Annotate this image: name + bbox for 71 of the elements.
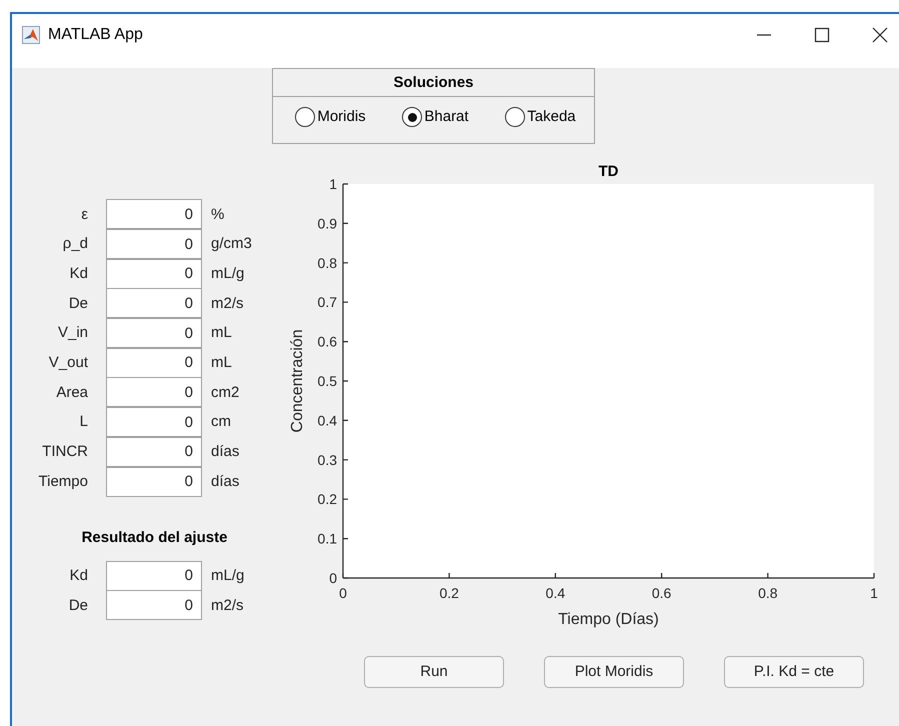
radio-button[interactable]	[402, 107, 422, 128]
field-label: Area	[55, 382, 88, 403]
action-button[interactable]: Run	[364, 656, 504, 688]
field-label: Kd	[68, 566, 88, 586]
unit-label: %	[211, 204, 224, 225]
panel-title: Soluciones	[273, 69, 594, 97]
unit-label: cm	[211, 412, 231, 432]
tick-label: 0.4	[318, 412, 337, 428]
unit-label: cm2	[211, 382, 240, 403]
tick-label: 0	[329, 570, 337, 586]
tick-label: 0	[339, 585, 347, 601]
field-label: Kd	[68, 264, 88, 284]
input-field[interactable]: 0	[106, 466, 202, 497]
input-field[interactable]: 0	[106, 199, 202, 230]
unit-label: días	[211, 442, 240, 462]
window-title: MATLAB App	[48, 25, 143, 45]
unit-label: mL	[211, 353, 232, 374]
tick-label: 0.8	[758, 585, 778, 601]
field-label: De	[68, 596, 88, 616]
field-label: L	[78, 412, 88, 432]
tick-label: 0.6	[318, 334, 337, 350]
tick-label: 0.8	[318, 254, 337, 271]
tick-label: 0.3	[318, 452, 337, 468]
axis-title: Concentración	[289, 329, 306, 433]
input-field[interactable]: 0	[106, 229, 202, 260]
radio-label[interactable]: Takeda	[527, 106, 576, 128]
input-field[interactable]: 0	[106, 288, 202, 318]
input-field[interactable]: 0	[106, 377, 202, 408]
input-field[interactable]: 0	[106, 436, 202, 467]
section-heading: Resultado del ajuste	[80, 528, 228, 548]
input-field[interactable]: 0	[106, 407, 202, 438]
unit-label: g/cm3	[211, 234, 252, 254]
axis-title: Tiempo (Días)	[558, 611, 659, 628]
field-label: ρ_d	[62, 234, 88, 254]
unit-label: mL/g	[211, 264, 244, 284]
unit-label: m2/s	[211, 596, 244, 616]
input-field[interactable]: 0	[106, 318, 202, 348]
tick-label: 0.1	[318, 530, 337, 547]
radio-button[interactable]	[505, 107, 526, 128]
radio-button[interactable]	[295, 107, 316, 128]
action-button[interactable]: Plot Moridis	[544, 656, 684, 688]
field-label: De	[68, 294, 88, 314]
input-field[interactable]: 0	[106, 348, 202, 378]
tick-label: 0.2	[318, 491, 337, 508]
action-button[interactable]: P.I. Kd = cte	[724, 656, 864, 688]
tick-label: 1	[870, 585, 878, 601]
field-label: TINCR	[41, 442, 88, 462]
field-label: ε	[80, 204, 88, 225]
radio-label[interactable]: Bharat	[424, 106, 469, 128]
input-field[interactable]: 0	[106, 258, 202, 289]
tick-label: 0.5	[318, 373, 337, 389]
tick-label: 1	[329, 176, 337, 192]
tick-label: 0.2	[439, 585, 459, 601]
close-icon[interactable]	[871, 26, 889, 44]
tick-label: 0.7	[318, 294, 337, 310]
tick-label: 0.9	[318, 215, 337, 232]
maximize-icon[interactable]	[813, 26, 831, 44]
field-label: V_in	[56, 323, 88, 344]
field-label: V_out	[48, 353, 88, 374]
chart-title: TD	[598, 163, 618, 180]
field-label: Tiempo	[38, 472, 88, 492]
app-logo-icon	[22, 26, 40, 44]
input-field[interactable]: 0	[106, 590, 202, 620]
tick-label: 0.6	[652, 585, 672, 601]
unit-label: m2/s	[211, 294, 244, 314]
unit-label: mL	[211, 323, 232, 344]
tick-label: 0.4	[546, 585, 566, 601]
radio-label[interactable]: Moridis	[317, 106, 366, 128]
unit-label: días	[211, 472, 240, 492]
input-field[interactable]: 0	[106, 560, 202, 591]
unit-label: mL/g	[211, 566, 244, 586]
